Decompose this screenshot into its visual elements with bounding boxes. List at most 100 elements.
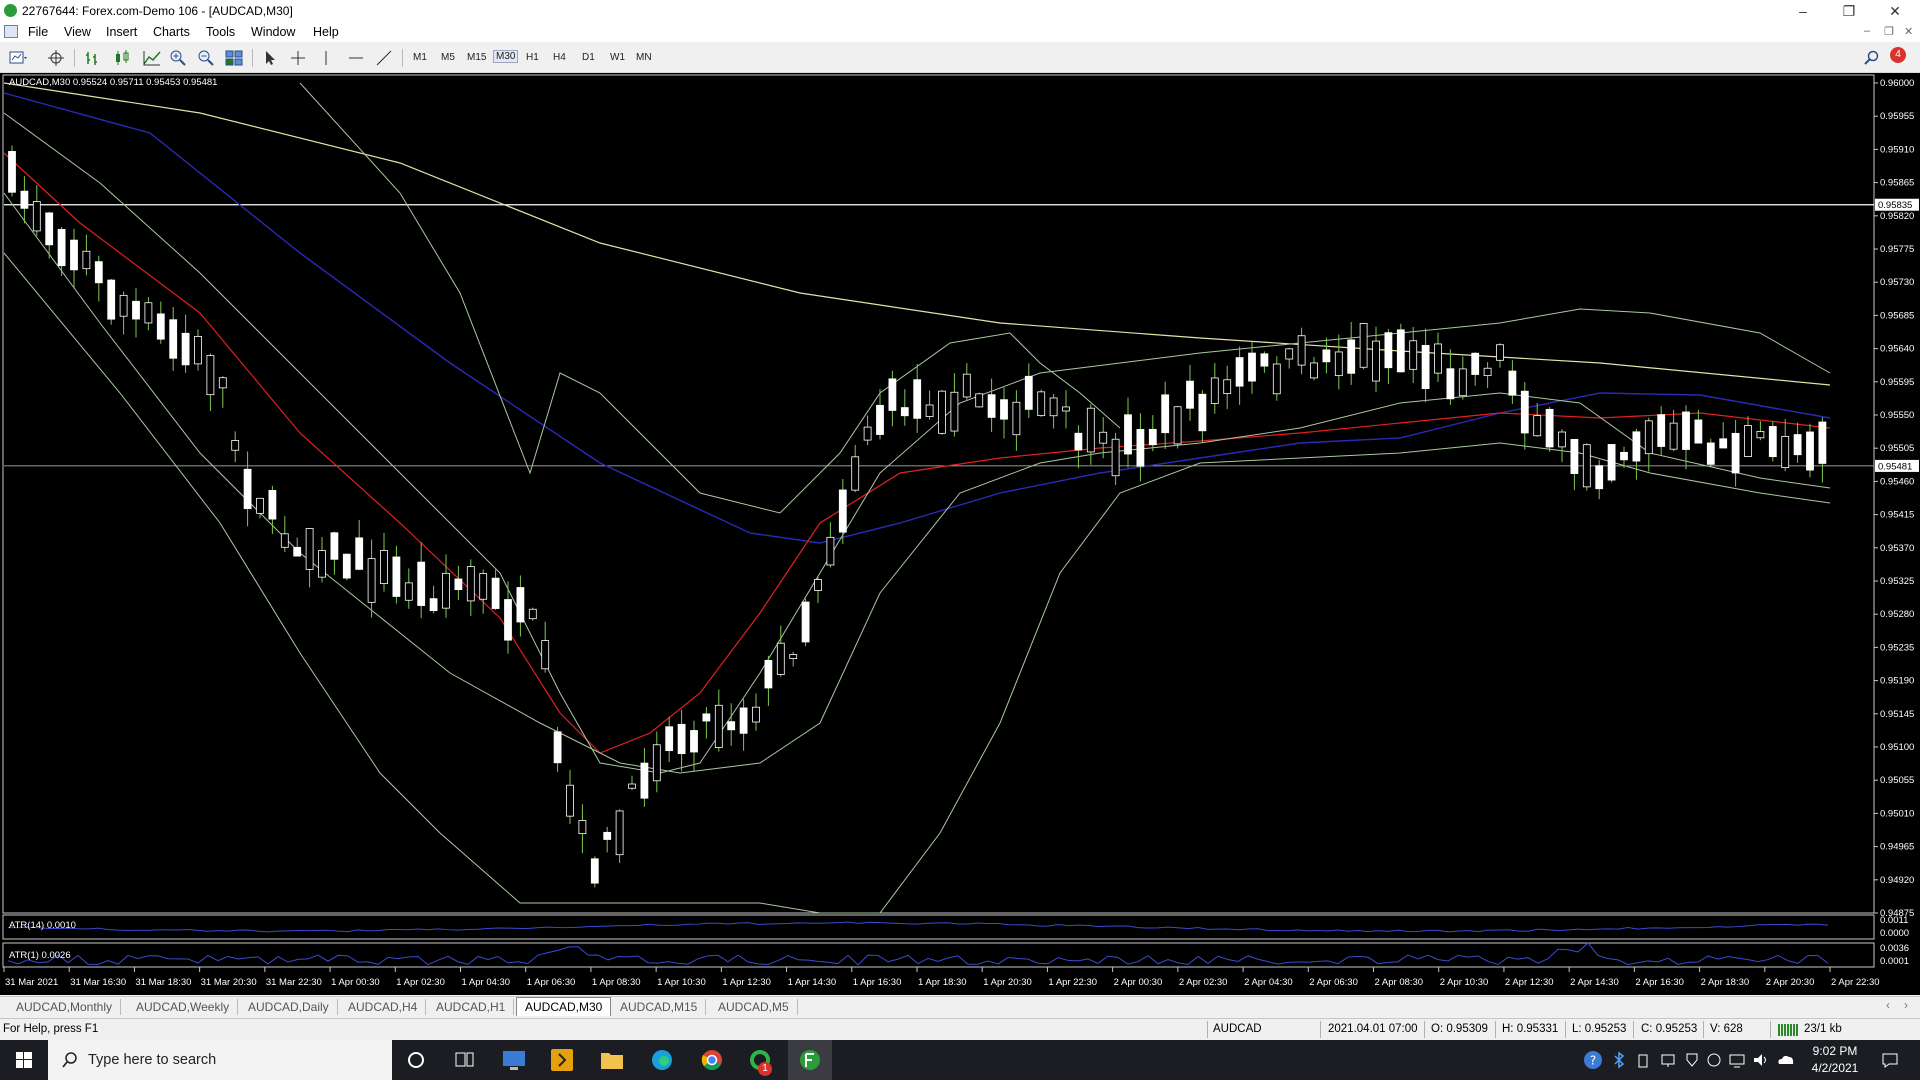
timeframe-m5[interactable]: M5 xyxy=(441,52,455,63)
price-chart[interactable]: 0.96000 0.95955 0.95910 0.95865 0.95820 0.957… xyxy=(0,73,1920,995)
candle-body xyxy=(739,707,748,734)
mdi-restore-button[interactable]: ❐ xyxy=(1884,25,1894,38)
timeframe-m1[interactable]: M1 xyxy=(413,52,427,63)
time-label: 1 Apr 22:30 xyxy=(1048,977,1097,988)
time-label: 1 Apr 12:30 xyxy=(722,977,771,988)
help-tray-icon[interactable]: ? xyxy=(1583,1050,1603,1070)
candle-body xyxy=(1347,339,1356,374)
timeframe-d1[interactable]: D1 xyxy=(582,52,595,63)
search-icon xyxy=(62,1052,77,1068)
task-view-icon[interactable] xyxy=(444,1044,484,1076)
crosshair-icon[interactable] xyxy=(288,49,308,67)
tab-audcad-m15[interactable]: AUDCAD,M15 xyxy=(612,999,707,1015)
wifi-network-icon[interactable] xyxy=(1728,1051,1746,1069)
menu-charts[interactable]: Charts xyxy=(153,25,190,39)
candle-body xyxy=(1694,419,1703,444)
tab-audcad-weekly[interactable]: AUDCAD,Weekly xyxy=(128,999,239,1015)
time-label: 31 Mar 18:30 xyxy=(135,977,191,988)
horizontal-line-icon[interactable] xyxy=(346,49,366,67)
windows-start-icon[interactable] xyxy=(0,1040,48,1080)
tab-audcad-monthly[interactable]: AUDCAD,Monthly xyxy=(8,999,122,1015)
candle-body xyxy=(57,228,66,267)
menu-view[interactable]: View xyxy=(64,25,91,39)
candle-body xyxy=(727,721,736,731)
bluetooth-icon[interactable] xyxy=(1612,1051,1626,1069)
tab-audcad-h1[interactable]: AUDCAD,H1 xyxy=(428,999,515,1015)
candle-body xyxy=(94,261,103,284)
bar-chart-icon[interactable] xyxy=(82,49,102,67)
vertical-line-icon[interactable] xyxy=(316,49,336,67)
tab-audcad-m5[interactable]: AUDCAD,M5 xyxy=(710,999,798,1015)
remote-desktop-icon[interactable] xyxy=(494,1044,534,1076)
search-icon[interactable] xyxy=(1862,49,1882,67)
cursor-arrow-icon[interactable] xyxy=(260,49,280,67)
edge-browser-icon[interactable] xyxy=(642,1044,682,1076)
menu-help[interactable]: Help xyxy=(313,25,339,39)
tab-audcad-m30[interactable]: AUDCAD,M30 xyxy=(516,997,612,1016)
close-button[interactable]: ✕ xyxy=(1872,0,1918,22)
tab-audcad-h4[interactable]: AUDCAD,H4 xyxy=(340,999,427,1015)
taskbar-clock[interactable]: 9:02 PM 4/2/2021 xyxy=(1800,1043,1870,1077)
crosshair-move-icon[interactable] xyxy=(46,49,66,67)
mdi-minimize-button[interactable]: – xyxy=(1864,25,1870,37)
restore-button[interactable]: ❐ xyxy=(1826,0,1872,22)
candle-body xyxy=(256,497,264,514)
network-share-icon[interactable] xyxy=(1660,1051,1676,1069)
title-bar: 22767644: Forex.com-Demo 106 - [AUDCAD,M… xyxy=(0,0,1920,22)
menu-window[interactable]: Window xyxy=(251,25,295,39)
clock-time: 9:02 PM xyxy=(1812,1044,1858,1058)
candle-body xyxy=(553,731,562,764)
minimize-button[interactable]: – xyxy=(1780,0,1826,22)
candle-body xyxy=(962,373,971,398)
candle-body xyxy=(1496,344,1504,361)
notifications-badge[interactable]: 4 xyxy=(1890,47,1906,63)
cortana-icon[interactable] xyxy=(396,1044,436,1076)
candle-body xyxy=(615,810,624,856)
onedrive-icon[interactable] xyxy=(1776,1051,1796,1069)
zoom-in-icon[interactable] xyxy=(168,49,188,67)
time-label: 1 Apr 10:30 xyxy=(657,977,706,988)
candle-body xyxy=(752,706,760,723)
tab-scroll-right-icon[interactable]: › xyxy=(1904,998,1908,1012)
line-chart-icon[interactable] xyxy=(142,49,162,67)
timeframe-m15[interactable]: M15 xyxy=(467,52,486,63)
candle-body xyxy=(32,201,41,232)
candle-body xyxy=(702,713,711,722)
svg-text:?: ? xyxy=(1590,1054,1596,1068)
forex-app-icon[interactable] xyxy=(788,1040,832,1080)
timeframe-h4[interactable]: H4 xyxy=(553,52,566,63)
timeframe-m30[interactable]: M30 xyxy=(493,50,519,63)
trend-line-icon[interactable] xyxy=(374,49,394,67)
taskbar-search-input[interactable]: Type here to search xyxy=(48,1040,392,1080)
new-chart-icon[interactable] xyxy=(8,49,28,67)
menu-tools[interactable]: Tools xyxy=(206,25,235,39)
chart-window-icon[interactable] xyxy=(4,25,18,38)
menu-insert[interactable]: Insert xyxy=(106,25,137,39)
chart-info-label: AUDCAD,M30 0.95524 0.95711 0.95453 0.954… xyxy=(9,77,218,88)
price-label: 0.95055 xyxy=(1880,775,1914,786)
bitdefender-icon[interactable] xyxy=(1706,1051,1722,1069)
timeframe-mn[interactable]: MN xyxy=(636,52,652,63)
chrome-browser-icon[interactable] xyxy=(692,1044,732,1076)
tab-scroll-left-icon[interactable]: ‹ xyxy=(1886,998,1890,1012)
time-label: 2 Apr 00:30 xyxy=(1114,977,1163,988)
tile-windows-icon[interactable] xyxy=(224,49,244,67)
menu-file[interactable]: File xyxy=(28,25,48,39)
timeframe-w1[interactable]: W1 xyxy=(610,52,625,63)
price-label: 0.95685 xyxy=(1880,310,1914,321)
candle-body xyxy=(1359,323,1368,368)
file-explorer-icon[interactable] xyxy=(592,1044,632,1076)
timeframe-h1[interactable]: H1 xyxy=(526,52,539,63)
zoom-out-icon[interactable] xyxy=(196,49,216,67)
status-low: L: 0.95253 xyxy=(1572,1023,1627,1035)
plex-app-icon[interactable] xyxy=(542,1044,582,1076)
candle-body xyxy=(144,302,153,324)
tab-audcad-daily[interactable]: AUDCAD,Daily xyxy=(240,999,338,1015)
security-icon[interactable] xyxy=(1684,1051,1700,1069)
usb-device-icon[interactable] xyxy=(1636,1051,1650,1069)
volume-icon[interactable] xyxy=(1752,1051,1770,1069)
mdi-close-button[interactable]: ✕ xyxy=(1904,25,1913,38)
notifications-icon[interactable] xyxy=(1880,1050,1900,1070)
candlestick-chart-icon[interactable] xyxy=(112,49,132,67)
chart-window[interactable]: 0.96000 0.95955 0.95910 0.95865 0.95820 0.957… xyxy=(0,73,1920,995)
